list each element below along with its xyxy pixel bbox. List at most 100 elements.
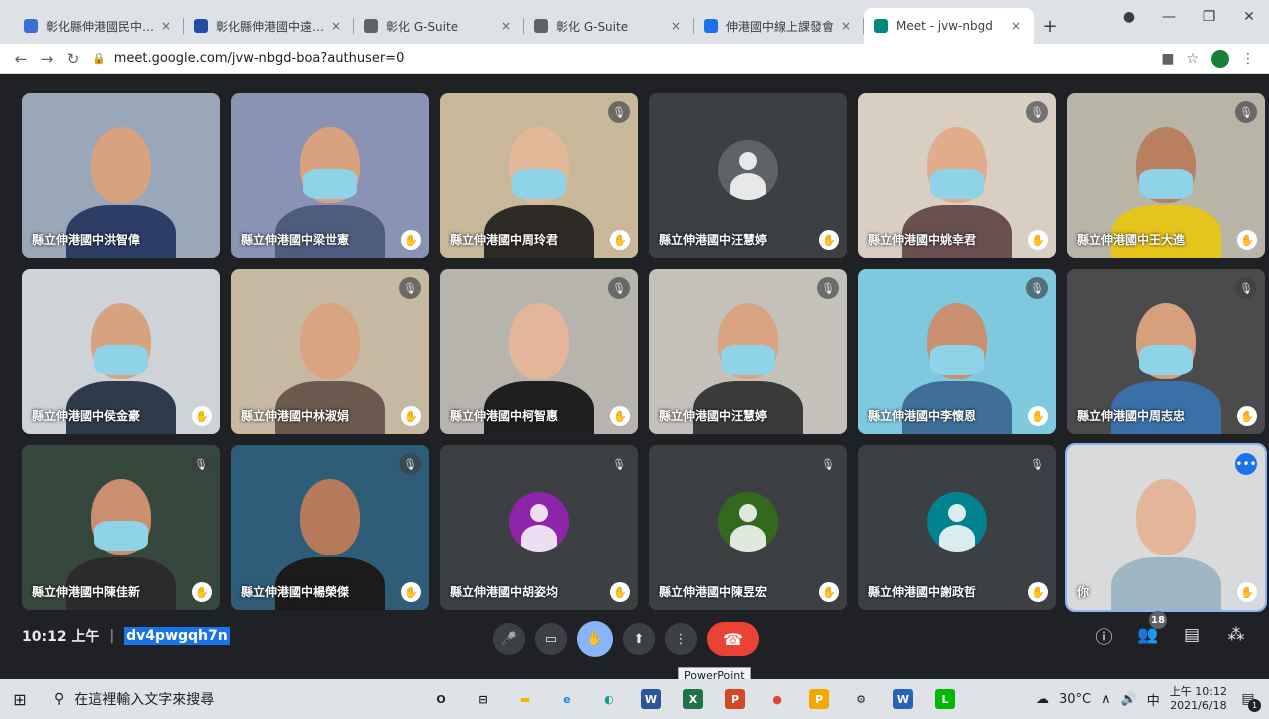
taskbar-app-icon[interactable]: W <box>887 683 919 715</box>
meeting-details-icon[interactable]: ⓘ <box>1093 624 1115 648</box>
participant-tile[interactable]: 縣立伸港國中王大進 ✋ 🎙 <box>1067 93 1265 258</box>
tile-more-options-icon[interactable]: ••• <box>1235 453 1257 475</box>
clock-date: 2021/6/18 <box>1170 699 1227 712</box>
participant-tile[interactable]: 縣立伸港國中陳昱宏 ✋ 🎙 <box>649 445 847 610</box>
browser-tab-0[interactable]: 彰化縣伸港國民中學 - × <box>14 8 184 44</box>
activities-icon[interactable]: ⁂ <box>1225 624 1247 646</box>
leave-call-button[interactable]: ☎ <box>707 622 759 656</box>
participant-tile[interactable]: 縣立伸港國中侯金豪 ✋ <box>22 269 220 434</box>
tab-close-icon[interactable]: × <box>498 19 514 33</box>
profile-avatar-icon[interactable] <box>1211 49 1229 68</box>
mic-off-icon: 🎙 <box>399 453 421 475</box>
weather-icon[interactable]: ☁ <box>1036 692 1049 707</box>
ime-indicator[interactable]: 中 <box>1147 690 1160 709</box>
minimize-button[interactable]: — <box>1149 9 1189 25</box>
weather-temp[interactable]: 30°C <box>1059 692 1091 707</box>
taskbar-app-icon[interactable]: ◐ <box>593 683 625 715</box>
participant-tile[interactable]: 縣立伸港國中汪慧婷 🎙 <box>649 269 847 434</box>
taskbar-app-glyph: P <box>725 689 745 709</box>
participant-tile[interactable]: 縣立伸港國中姚幸君 ✋ 🎙 <box>858 93 1056 258</box>
bookmark-star-icon[interactable]: ☆ <box>1186 51 1199 67</box>
volume-icon[interactable]: 🔊 <box>1121 692 1137 707</box>
taskbar-app-glyph: P <box>809 689 829 709</box>
participant-name: 縣立伸港國中周志忠 <box>1077 409 1186 423</box>
back-icon[interactable]: ← <box>8 50 34 68</box>
taskbar-app-icon[interactable]: ▬ <box>509 683 541 715</box>
windows-start-icon[interactable]: ⊞ <box>0 679 40 719</box>
taskbar-app-icon[interactable]: ⊟ <box>467 683 499 715</box>
participant-tile[interactable]: 縣立伸港國中汪慧婷 ✋ <box>649 93 847 258</box>
participant-tile[interactable]: 縣立伸港國中周玲君 ✋ 🎙 <box>440 93 638 258</box>
participant-tile[interactable]: 縣立伸港國中楊榮傑 ✋ 🎙 <box>231 445 429 610</box>
taskbar-app-icon[interactable]: ● <box>761 683 793 715</box>
tab-close-icon[interactable]: × <box>328 19 344 33</box>
present-screen-button[interactable]: ⬆ <box>623 623 655 655</box>
participant-tile[interactable]: 縣立伸港國中陳佳新 ✋ 🎙 <box>22 445 220 610</box>
participant-tile[interactable]: 縣立伸港國中林淑娟 ✋ 🎙 <box>231 269 429 434</box>
reload-icon[interactable]: ↻ <box>60 50 86 68</box>
taskbar-app-icon[interactable]: P <box>719 683 751 715</box>
mic-off-icon: 🎙 <box>399 277 421 299</box>
camera-button[interactable]: ▭ <box>535 623 567 655</box>
participant-tile[interactable]: 縣立伸港國中洪智偉 <box>22 93 220 258</box>
address-bar[interactable]: 🔒 meet.google.com/jvw-nbgd-boa?authuser=… <box>92 46 1151 72</box>
new-tab-button[interactable]: + <box>1034 8 1066 44</box>
taskbar-app-icon[interactable]: O <box>425 683 457 715</box>
browser-tab-2[interactable]: 彰化 G-Suite × <box>354 8 524 44</box>
participant-tile[interactable]: 縣立伸港國中胡姿均 ✋ 🎙 <box>440 445 638 610</box>
browser-tab-5[interactable]: Meet - jvw-nbgd × <box>864 8 1034 44</box>
mic-off-icon: 🎙 <box>1235 101 1257 123</box>
participant-tile[interactable]: 你 ✋ ••• <box>1065 443 1267 612</box>
tab-close-icon[interactable]: × <box>1008 19 1024 33</box>
taskbar-app-glyph: ◐ <box>604 692 614 706</box>
participant-tile[interactable]: 縣立伸港國中謝政哲 ✋ 🎙 <box>858 445 1056 610</box>
raised-hand-icon: ✋ <box>1237 230 1257 250</box>
tab-close-icon[interactable]: × <box>838 19 854 33</box>
taskbar-app-icon[interactable]: L <box>929 683 961 715</box>
participant-tile[interactable]: 縣立伸港國中柯智惠 ✋ 🎙 <box>440 269 638 434</box>
mic-off-icon: 🎙 <box>1026 101 1048 123</box>
participant-name: 縣立伸港國中胡姿均 <box>450 585 559 599</box>
mic-off-icon: 🎙 <box>1026 277 1048 299</box>
taskbar-app-icon[interactable]: W <box>635 683 667 715</box>
taskbar-app-icon[interactable]: X <box>677 683 709 715</box>
taskbar-clock[interactable]: 上午 10:12 2021/6/18 <box>1170 685 1227 713</box>
raised-hand-icon: ✋ <box>610 582 630 602</box>
browser-tab-3[interactable]: 彰化 G-Suite × <box>524 8 694 44</box>
forward-icon[interactable]: → <box>34 50 60 68</box>
restore-button[interactable]: ❐ <box>1189 9 1229 25</box>
tray-chevron-icon[interactable]: ∧ <box>1101 692 1111 707</box>
meeting-code[interactable]: dv4pwgqh7n <box>124 627 230 645</box>
close-window-button[interactable]: ✕ <box>1229 9 1269 25</box>
participant-tile[interactable]: 縣立伸港國中李懷恩 ✋ 🎙 <box>858 269 1056 434</box>
lock-icon[interactable]: 🔒 <box>92 52 106 65</box>
more-options-button[interactable]: ⋮ <box>665 623 697 655</box>
meet-stage: 縣立伸港國中洪智偉 縣立伸港國中梁世憲 ✋ 縣立伸港國中周玲君 ✋ 🎙 縣立伸港國中汪慧婷 ✋… <box>0 74 1269 684</box>
tab-close-icon[interactable]: × <box>158 19 174 33</box>
chat-icon[interactable]: ▤ <box>1181 624 1203 646</box>
browser-menu-icon[interactable]: ⋮ <box>1241 51 1255 67</box>
tab-close-icon[interactable]: × <box>668 19 684 33</box>
call-controls: 🎤 ▭ ✋ ⬆ ⋮ ☎ <box>493 621 759 657</box>
browser-tab-4[interactable]: 伸港國中線上課發會 × <box>694 8 864 44</box>
people-icon[interactable]: 👥 18 <box>1137 611 1167 646</box>
camera-in-use-icon[interactable]: ■ <box>1161 51 1174 67</box>
browser-tab-1[interactable]: 彰化縣伸港國中遠距教 × <box>184 8 354 44</box>
raised-hand-icon: ✋ <box>192 582 212 602</box>
taskbar-app-icon[interactable]: P <box>803 683 835 715</box>
notification-center-icon[interactable]: ▤ 1 <box>1237 688 1261 712</box>
meet-side-controls: ⓘ 👥 18 ▤ ⁂ <box>1093 611 1247 648</box>
taskbar-apps: O ⊟ ▬ e ◐ W X P ● P ⚙ W L <box>425 683 961 715</box>
browser-tab-strip: 彰化縣伸港國民中學 - × 彰化縣伸港國中遠距教 × 彰化 G-Suite × 彰化 G-S… <box>0 0 1269 44</box>
microphone-button[interactable]: 🎤 <box>493 623 525 655</box>
taskbar-search-box[interactable]: ⚲ 在這裡輸入文字來搜尋 <box>40 679 375 719</box>
browser-profile-icon[interactable]: ● <box>1109 9 1149 25</box>
people-count-badge: 18 <box>1149 611 1167 629</box>
taskbar-app-icon[interactable]: ⚙ <box>845 683 877 715</box>
tab-favicon-icon <box>364 19 378 33</box>
raise-hand-button[interactable]: ✋ <box>577 621 613 657</box>
participant-tile[interactable]: 縣立伸港國中梁世憲 ✋ <box>231 93 429 258</box>
participant-tile[interactable]: 縣立伸港國中周志忠 ✋ 🎙 <box>1067 269 1265 434</box>
taskbar-app-icon[interactable]: e <box>551 683 583 715</box>
taskbar-app-glyph: ⊟ <box>478 692 488 706</box>
